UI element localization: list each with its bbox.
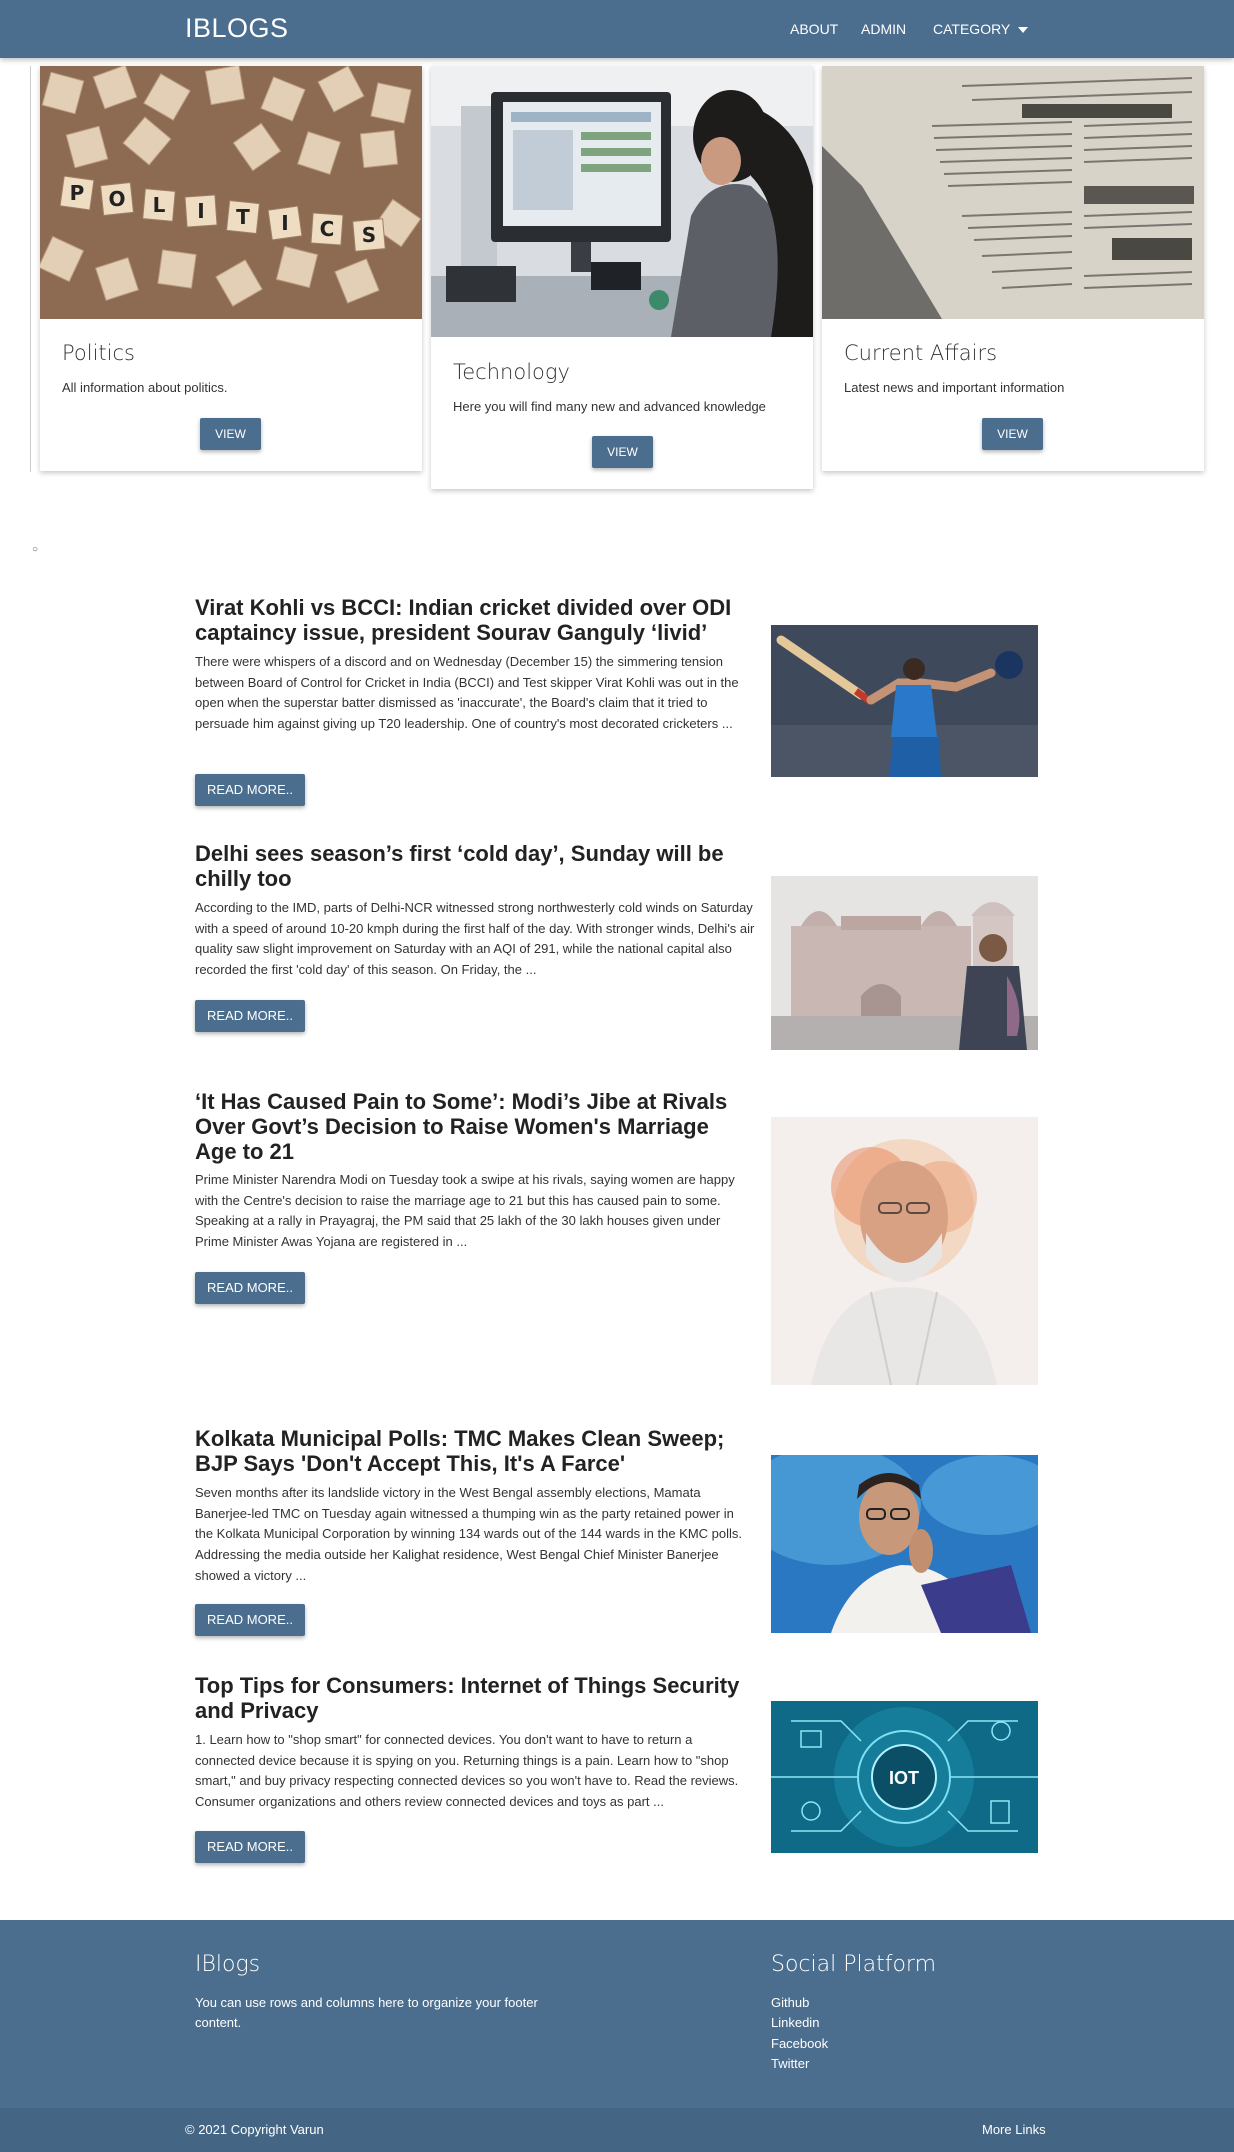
twitter-link[interactable]: Twitter [771,2056,809,2071]
linkedin-link[interactable]: Linkedin [771,2015,819,2030]
svg-text:T: T [236,205,250,229]
svg-text:I: I [281,211,288,235]
post-excerpt: Seven months after its landslide victory… [195,1485,743,1583]
office-computer-image [431,66,813,337]
iot-circuit-image: IOT [771,1701,1038,1853]
facebook-link[interactable]: Facebook [771,2036,828,2051]
view-current-affairs-button[interactable]: VIEW [982,418,1043,450]
read-more-button[interactable]: READ MORE.. [195,1831,305,1863]
svg-text:L: L [153,193,166,217]
category-card-technology: Technology Here you will find many new a… [431,66,813,489]
carousel-edge [30,66,31,472]
post-excerpt: Prime Minister Narendra Modi on Tuesday … [195,1172,735,1250]
view-technology-button[interactable]: VIEW [592,436,653,468]
svg-text:S: S [362,223,376,247]
nav-admin-link[interactable]: ADMIN [861,21,906,37]
post-excerpt: There were whispers of a discord and on … [195,654,739,732]
politician-portrait-image [771,1455,1038,1633]
copyright-text: © 2021 Copyright Varun [185,2122,324,2137]
footer-title: IBlogs [195,1952,261,1977]
post-excerpt: According to the IMD, parts of Delhi-NCR… [195,900,755,978]
card-description: All information about politics. [62,380,228,395]
footer-bottom-bar: © 2021 Copyright Varun More Links [0,2108,1234,2152]
card-title: Current Affairs [844,341,998,365]
footer-description: You can use rows and columns here to org… [195,1995,538,2030]
stray-glyph: ○ [32,544,39,555]
post-title[interactable]: ‘It Has Caused Pain to Some’: Modi’s Jib… [195,1089,755,1164]
social-platform-title: Social Platform [771,1952,936,1977]
more-links-link[interactable]: More Links [982,2120,1046,2140]
read-more-button[interactable]: READ MORE.. [195,1604,305,1636]
svg-text:C: C [320,217,335,241]
post-title[interactable]: Top Tips for Consumers: Internet of Thin… [195,1673,755,1723]
category-card-politics: PO L I T I C S Politics All information abou… [40,66,422,471]
card-title: Technology [453,360,570,384]
nav-category-link[interactable]: CATEGORY [933,21,1010,37]
card-description: Latest news and important information [844,380,1065,395]
nav-about-link[interactable]: ABOUT [790,21,838,37]
read-more-button[interactable]: READ MORE.. [195,774,305,806]
cricketer-celebrating-image [771,625,1038,777]
svg-text:I: I [197,199,204,223]
chevron-down-icon[interactable] [1018,27,1028,33]
post-title[interactable]: Kolkata Municipal Polls: TMC Makes Clean… [195,1426,755,1476]
page-footer: IBlogs You can use rows and columns here… [0,1920,1234,2152]
post-title[interactable]: Delhi sees season’s first ‘cold day’, Su… [195,841,755,891]
svg-text:O: O [108,187,125,211]
post-title[interactable]: Virat Kohli vs BCCI: Indian cricket divi… [195,595,755,645]
svg-text:P: P [70,181,85,205]
read-more-button[interactable]: READ MORE.. [195,1272,305,1304]
red-fort-fog-image [771,876,1038,1050]
watercolor-portrait-image [771,1117,1038,1385]
github-link[interactable]: Github [771,1995,809,2010]
view-politics-button[interactable]: VIEW [200,418,261,450]
read-more-button[interactable]: READ MORE.. [195,1000,305,1032]
card-title: Politics [62,341,135,365]
category-card-current-affairs: Current Affairs Latest news and importan… [822,66,1204,471]
card-description: Here you will find many new and advanced… [453,399,766,414]
newspaper-image [822,66,1204,319]
scrabble-tiles-image: PO L I T I C S [40,66,422,319]
brand-logo[interactable]: IBLOGS [185,13,289,44]
navbar: IBLOGS ABOUT ADMIN CATEGORY [0,0,1234,58]
iot-image-label: IOT [889,1768,919,1788]
post-excerpt: 1. Learn how to "shop smart" for connect… [195,1732,739,1810]
